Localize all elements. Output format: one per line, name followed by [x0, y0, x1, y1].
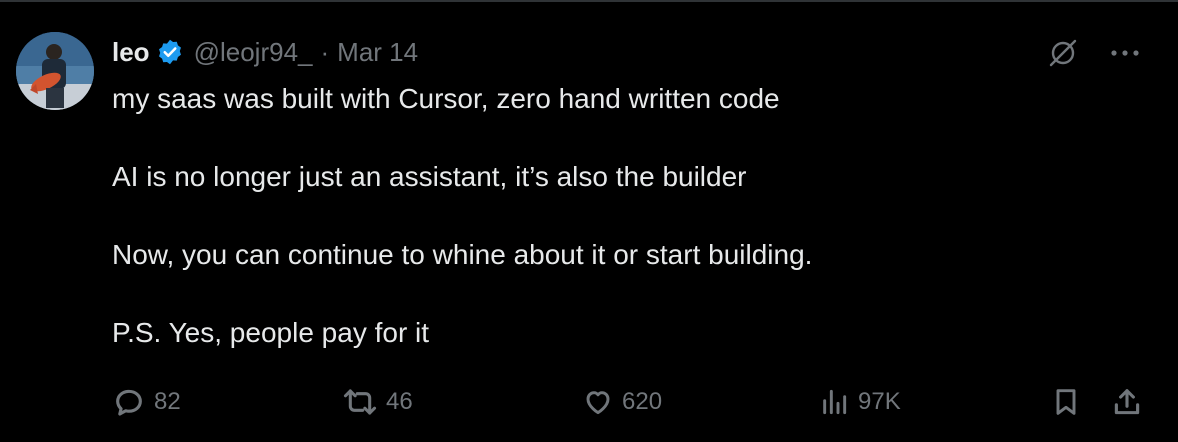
bookmark-icon — [1056, 389, 1076, 415]
reply-button[interactable]: 82 — [112, 380, 181, 424]
tweet-text-line: P.S. Yes, people pay for it — [112, 317, 430, 348]
retweet-button[interactable]: 46 — [342, 380, 413, 424]
tweet-text-line: Now, you can continue to whine about it … — [112, 239, 813, 270]
tweet-text: my saas was built with Cursor, zero hand… — [112, 80, 1132, 352]
like-count: 620 — [622, 388, 663, 415]
author-handle[interactable]: @leojr94_ — [194, 37, 313, 68]
share-icon — [1114, 389, 1140, 415]
views-icon — [823, 389, 847, 415]
like-button[interactable]: 620 — [582, 380, 662, 424]
reply-icon — [116, 389, 142, 416]
retweet-count: 46 — [386, 388, 413, 415]
tweet-card[interactable]: leo @leojr94_ · Mar 14 my saas was built… — [0, 0, 1178, 442]
reply-count: 82 — [154, 388, 181, 415]
separator-dot: · — [320, 36, 330, 67]
retweet-icon — [343, 389, 377, 415]
tweet-text-line: AI is no longer just an assistant, it’s … — [112, 161, 747, 192]
bookmark-button[interactable] — [1050, 380, 1082, 424]
author-name[interactable]: leo — [112, 37, 150, 68]
view-count: 97K — [858, 388, 901, 415]
action-bar: 82 46 620 97K — [0, 380, 1178, 424]
avatar[interactable] — [16, 32, 94, 110]
heart-icon — [586, 391, 610, 415]
verified-badge-icon — [156, 38, 184, 66]
views-button[interactable]: 97K — [818, 380, 901, 424]
tweet-date[interactable]: Mar 14 — [337, 37, 418, 68]
grok-icon[interactable] — [1046, 36, 1080, 70]
more-icon[interactable] — [1110, 48, 1140, 58]
tweet-header: leo @leojr94_ · Mar 14 — [112, 30, 418, 74]
tweet-text-line: my saas was built with Cursor, zero hand… — [112, 83, 780, 114]
share-button[interactable] — [1110, 380, 1144, 424]
top-actions — [1046, 36, 1140, 70]
